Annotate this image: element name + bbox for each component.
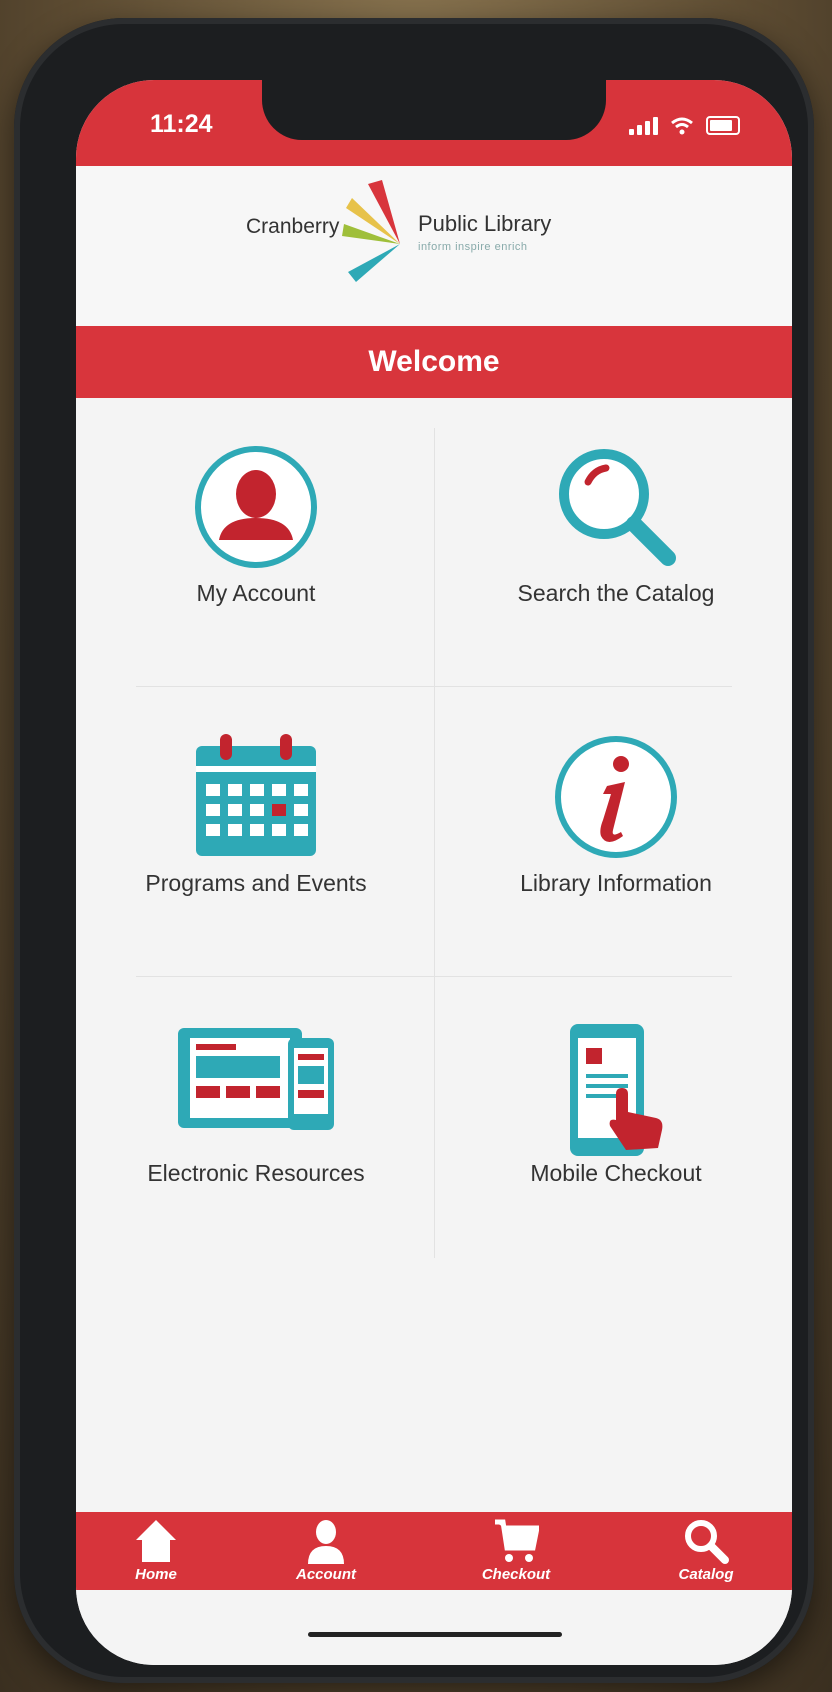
info-icon [555, 736, 677, 858]
tile-my-account[interactable]: My Account [86, 398, 426, 688]
tile-mobile-checkout[interactable]: Mobile Checkout [446, 978, 786, 1268]
account-icon [308, 1520, 344, 1564]
tile-label: Library Information [520, 870, 712, 896]
phone-tap-icon [570, 1024, 663, 1156]
tab-catalog[interactable]: Catalog [646, 1512, 766, 1590]
app-header: Cranberry Public Library inform inspire … [76, 166, 792, 326]
tile-electronic-resources[interactable]: Electronic Resources [86, 978, 426, 1268]
devices-icon [178, 1028, 334, 1130]
logo-tagline: inform inspire enrich [418, 241, 528, 253]
tile-label: My Account [196, 580, 316, 606]
tab-account[interactable]: Account [266, 1512, 386, 1590]
tab-label: Catalog [678, 1566, 734, 1583]
app-screen: 11:24 Cranberry Public Library inform in… [76, 80, 792, 1665]
status-time: 11:24 [150, 110, 213, 138]
magnifier-icon [559, 449, 676, 566]
bottom-tab-bar: Home Account Checkout Catalog [76, 1512, 792, 1590]
logo-cranberry: Cranberry [246, 215, 340, 238]
calendar-icon [196, 734, 316, 856]
tab-label: Account [296, 1566, 356, 1583]
tab-label: Home [135, 1566, 177, 1583]
system-icons [629, 116, 740, 135]
tile-label: Mobile Checkout [530, 1160, 702, 1186]
search-icon [685, 1520, 729, 1564]
tab-label: Checkout [481, 1566, 551, 1583]
status-bar: 11:24 [76, 80, 792, 166]
welcome-banner: Welcome [76, 326, 792, 398]
home-indicator-area [76, 1590, 792, 1665]
cart-icon [495, 1519, 539, 1562]
library-logo-mark [342, 180, 400, 282]
person-icon [195, 446, 317, 568]
wifi-icon [671, 117, 693, 134]
camera-notch [262, 80, 606, 140]
tile-programs-events[interactable]: Programs and Events [86, 688, 426, 978]
tab-home[interactable]: Home [96, 1512, 216, 1590]
grid-vertical-divider [434, 428, 435, 1258]
menu-grid: My Account Search the Catalog Programs a… [76, 398, 792, 1268]
battery-icon [706, 116, 740, 135]
phone-frame: 11:24 Cranberry Public Library inform in… [14, 18, 814, 1683]
tab-checkout[interactable]: Checkout [456, 1512, 576, 1590]
tile-label: Electronic Resources [147, 1160, 365, 1186]
tile-label: Search the Catalog [517, 580, 715, 606]
logo-public-library: Public Library [418, 211, 552, 236]
tile-search-catalog[interactable]: Search the Catalog [446, 398, 786, 688]
signal-icon [629, 116, 658, 135]
tile-label: Programs and Events [145, 870, 367, 896]
tile-library-information[interactable]: Library Information [446, 688, 786, 978]
home-icon [136, 1520, 176, 1562]
home-indicator[interactable] [308, 1632, 562, 1637]
